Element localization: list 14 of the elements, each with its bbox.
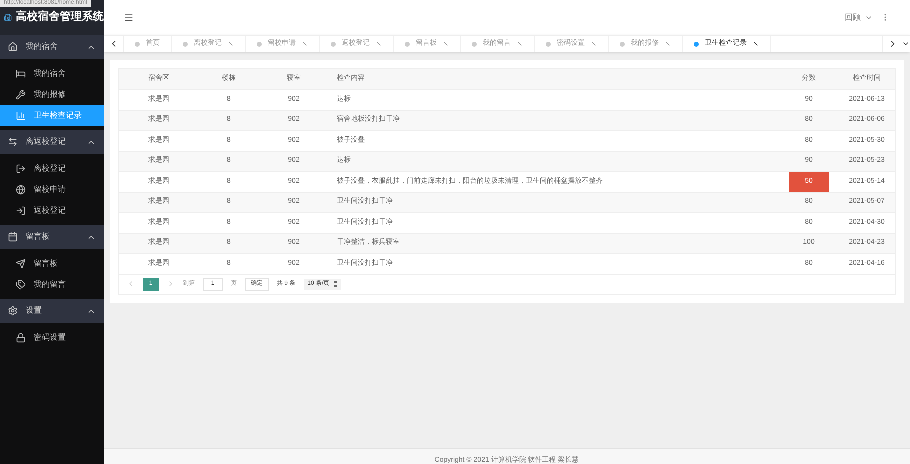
sidebar-item[interactable]: 我的宿舍 [0, 63, 104, 84]
sidebar-item[interactable]: 我的报修 [0, 84, 104, 105]
sidebar-item[interactable]: 留言板 [0, 253, 104, 274]
sidebar-group[interactable]: 设置 [0, 299, 104, 323]
sidebar-group[interactable]: 我的宿舍 [0, 35, 104, 59]
sidebar-item[interactable]: 返校登记 [0, 200, 104, 221]
user-menu[interactable]: 回顾 [845, 12, 873, 24]
app-title: 高校宿舍管理系统 [16, 10, 104, 26]
sidebar-item[interactable]: 密码设置 [0, 327, 104, 348]
sidebar-group[interactable]: 离返校登记 [0, 130, 104, 154]
sidebar-item[interactable]: 我的留言 [0, 274, 104, 295]
sidebar-group[interactable]: 留言板 [0, 225, 104, 249]
sidebar-item[interactable]: 留校申请 [0, 179, 104, 200]
sidebar-item[interactable]: 离校登记 [0, 158, 104, 179]
